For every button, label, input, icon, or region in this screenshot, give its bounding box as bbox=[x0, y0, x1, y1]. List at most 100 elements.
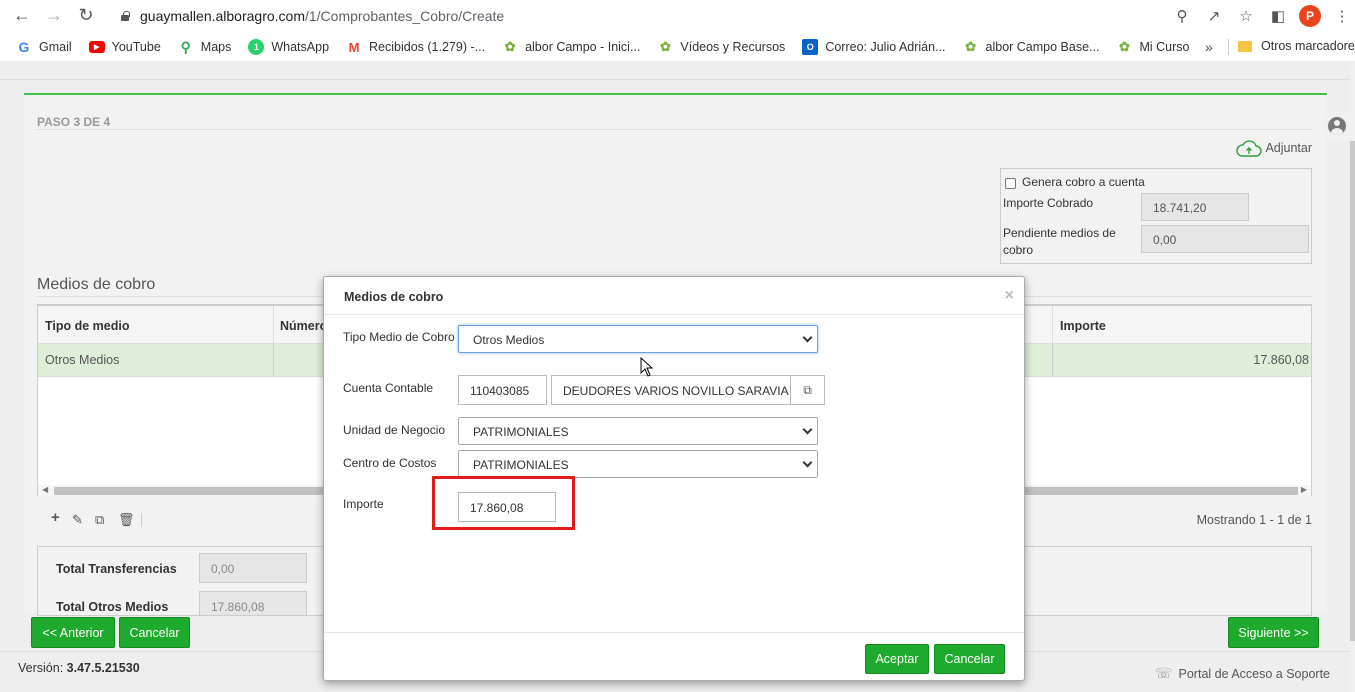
version-value: 3.47.5.21530 bbox=[66, 661, 140, 675]
column-separator bbox=[273, 306, 274, 344]
total-otros-label: Total Otros Medios bbox=[56, 600, 169, 614]
zoom-icon[interactable]: ⚲ bbox=[1169, 3, 1195, 29]
column-header-numero[interactable]: Número bbox=[280, 319, 327, 333]
close-icon[interactable]: × bbox=[1005, 287, 1014, 305]
back-icon[interactable]: ← bbox=[8, 1, 36, 29]
bookmark-label: YouTube bbox=[111, 40, 161, 54]
bookmark-correo[interactable]: O Correo: Julio Adrián... bbox=[802, 39, 946, 55]
pagination-info: Mostrando 1 - 1 de 1 bbox=[1196, 513, 1312, 527]
gmail-icon: G bbox=[18, 39, 30, 55]
payment-method-modal: Medios de cobro × Tipo Medio de Cobro Ot… bbox=[323, 276, 1025, 681]
user-panel-button[interactable] bbox=[1322, 111, 1352, 141]
column-header-tipo[interactable]: Tipo de medio bbox=[45, 319, 130, 333]
share-icon[interactable]: ↗ bbox=[1201, 3, 1227, 29]
centro-value: PATRIMONIALES bbox=[473, 458, 569, 472]
scroll-thumb[interactable] bbox=[1350, 141, 1355, 641]
column-separator bbox=[273, 344, 274, 377]
menu-icon[interactable]: ⋮ bbox=[1329, 3, 1355, 29]
total-transferencias-label: Total Transferencias bbox=[56, 562, 177, 576]
unidad-select[interactable]: PATRIMONIALES bbox=[458, 417, 818, 445]
support-link[interactable]: ☏ Portal de Acceso a Soporte bbox=[1155, 665, 1330, 682]
bookmarks-more-icon[interactable]: » bbox=[1205, 39, 1213, 55]
modal-header: Medios de cobro × bbox=[324, 277, 1024, 315]
mouse-cursor-icon bbox=[640, 357, 654, 377]
unidad-label: Unidad de Negocio bbox=[343, 423, 446, 437]
accept-button[interactable]: Aceptar bbox=[865, 644, 929, 674]
bookmark-label: Gmail bbox=[39, 40, 72, 54]
cuenta-name-field[interactable]: DEUDORES VARIOS NOVILLO SARAVIA bbox=[551, 375, 791, 405]
bookmark-label: albor Campo Base... bbox=[985, 40, 1100, 54]
bookmark-albor-base[interactable]: ✿ albor Campo Base... bbox=[963, 39, 1100, 55]
tipo-select[interactable]: Otros Medios bbox=[458, 325, 818, 353]
other-bookmarks[interactable]: Otros marcadores bbox=[1238, 39, 1355, 53]
divider bbox=[324, 632, 1024, 633]
scroll-right-icon[interactable]: ▶ bbox=[1301, 485, 1307, 494]
next-button[interactable]: Siguiente >> bbox=[1228, 617, 1319, 648]
headset-icon: ☏ bbox=[1155, 665, 1173, 681]
modal-title: Medios de cobro bbox=[344, 290, 444, 304]
lock-icon bbox=[120, 10, 130, 21]
centro-select[interactable]: PATRIMONIALES bbox=[458, 450, 818, 478]
cancel-modal-button[interactable]: Cancelar bbox=[934, 644, 1005, 674]
step-indicator: PASO 3 DE 4 bbox=[37, 115, 111, 129]
section-title: Medios de cobro bbox=[37, 276, 156, 293]
total-otros-field: 17.860,08 bbox=[199, 591, 307, 615]
importe-cobrado-label: Importe Cobrado bbox=[1003, 196, 1094, 210]
reload-icon[interactable]: ↻ bbox=[72, 1, 100, 29]
chevron-down-icon bbox=[802, 457, 813, 468]
pendiente-label-line1: Pendiente medios de bbox=[1003, 226, 1116, 240]
chevron-down-icon bbox=[802, 332, 813, 343]
trash-icon[interactable]: 🗑 bbox=[118, 512, 135, 528]
chevron-down-icon bbox=[802, 424, 813, 435]
scroll-left-icon[interactable]: ◀ bbox=[42, 485, 48, 494]
attach-button[interactable]: Adjuntar bbox=[1235, 139, 1312, 157]
address-bar[interactable]: guaymallen.alboragro.com/1/Comprobantes_… bbox=[108, 3, 1258, 28]
bookmark-albor-campo[interactable]: ✿ albor Campo - Inici... bbox=[502, 39, 641, 55]
bookmark-videos[interactable]: ✿ Vídeos y Recursos bbox=[657, 39, 785, 55]
browser-actions: ⚲ ↗ ☆ ◧ P ⋮ bbox=[1169, 3, 1355, 29]
outlook-icon: O bbox=[802, 39, 819, 55]
whatsapp-icon: 1 bbox=[248, 39, 265, 55]
user-icon bbox=[1328, 117, 1346, 135]
add-icon[interactable]: + bbox=[51, 509, 60, 526]
bookmark-label: Mi Curso bbox=[1139, 40, 1190, 54]
bookmark-whatsapp[interactable]: 1 WhatsApp bbox=[248, 39, 329, 55]
bookmark-youtube[interactable]: ▶ YouTube bbox=[88, 40, 161, 54]
star-icon[interactable]: ☆ bbox=[1233, 3, 1259, 29]
cuenta-code-field[interactable]: 110403085 bbox=[458, 375, 547, 405]
cancel-page-button[interactable]: Cancelar bbox=[119, 617, 190, 648]
folder-icon bbox=[1238, 40, 1252, 52]
pendiente-field: 0,00 bbox=[1141, 225, 1309, 253]
edit-icon[interactable]: ✎ bbox=[72, 512, 83, 528]
bookmark-label: WhatsApp bbox=[271, 40, 330, 54]
youtube-icon: ▶ bbox=[88, 41, 105, 53]
column-header-importe[interactable]: Importe bbox=[1060, 319, 1106, 333]
profile-avatar[interactable]: P bbox=[1297, 3, 1323, 29]
bookmark-gmail[interactable]: G Gmail bbox=[16, 39, 72, 55]
divider bbox=[1228, 39, 1229, 55]
bookmark-label: Vídeos y Recursos bbox=[680, 40, 786, 54]
url-text: guaymallen.alboragro.com/1/Comprobantes_… bbox=[140, 7, 505, 24]
prev-button[interactable]: << Anterior bbox=[31, 617, 115, 648]
sprout-icon: ✿ bbox=[659, 39, 671, 54]
generate-checkbox[interactable] bbox=[1005, 178, 1016, 189]
tipo-value: Otros Medios bbox=[473, 333, 545, 347]
bookmark-recibidos[interactable]: M Recibidos (1.279) -... bbox=[346, 39, 485, 55]
copy-icon[interactable]: ⧉ bbox=[95, 512, 104, 528]
sidepanel-icon[interactable]: ◧ bbox=[1265, 3, 1291, 29]
cell-tipo: Otros Medios bbox=[45, 353, 120, 367]
bookmark-label: Recibidos (1.279) -... bbox=[369, 40, 486, 54]
unidad-value: PATRIMONIALES bbox=[473, 425, 569, 439]
bookmark-mi-curso[interactable]: ✿ Mi Curso bbox=[1116, 39, 1189, 55]
page-scrollbar[interactable] bbox=[1350, 61, 1355, 692]
cuenta-label: Cuenta Contable bbox=[343, 381, 434, 395]
column-separator bbox=[1052, 344, 1053, 377]
importe-label: Importe bbox=[343, 497, 384, 511]
external-link-button[interactable]: ⧉ bbox=[790, 375, 825, 405]
bookmark-maps[interactable]: ⚲ Maps bbox=[178, 39, 232, 55]
divider bbox=[0, 79, 1355, 80]
column-separator bbox=[1052, 306, 1053, 344]
sprout-icon: ✿ bbox=[504, 39, 516, 54]
forward-icon[interactable]: → bbox=[40, 1, 68, 29]
maps-icon: ⚲ bbox=[180, 38, 191, 55]
